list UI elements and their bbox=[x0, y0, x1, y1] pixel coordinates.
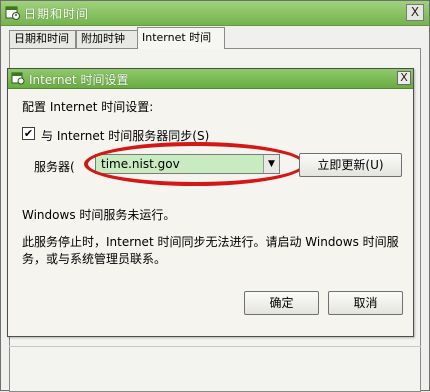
sync-checkbox-label[interactable]: 与 Internet 时间服务器同步(S) bbox=[41, 127, 209, 144]
dialog-title: Internet 时间设置 bbox=[29, 73, 129, 87]
ok-button[interactable]: 确定 bbox=[244, 291, 319, 315]
calendar-clock-icon bbox=[5, 6, 20, 20]
intro-text: 配置 Internet 时间设置: bbox=[22, 100, 154, 114]
calendar-clock-icon bbox=[11, 72, 25, 85]
update-now-button[interactable]: 立即更新(U) bbox=[299, 153, 402, 177]
chevron-down-icon[interactable]: ▼ bbox=[263, 155, 279, 173]
tab-date-time[interactable]: 日期和时间 bbox=[9, 30, 76, 48]
window-title: 日期和时间 bbox=[24, 7, 90, 21]
close-button[interactable]: X bbox=[406, 4, 424, 21]
tab-additional-clocks[interactable]: 附加时钟 bbox=[76, 30, 138, 48]
description-text: 此服务停止时，Internet 时间同步无法进行。请启动 Windows 时间服… bbox=[22, 235, 399, 266]
sync-checkbox[interactable]: ✔ bbox=[22, 127, 35, 140]
status-text: Windows 时间服务未运行。 bbox=[22, 208, 176, 222]
window-titlebar[interactable]: 日期和时间 X bbox=[1, 1, 429, 26]
tab-internet-time[interactable]: Internet 时间 bbox=[137, 27, 225, 49]
internet-time-settings-dialog: Internet 时间设置 X 配置 Internet 时间设置: ✔ 与 In… bbox=[7, 68, 414, 337]
server-value[interactable]: time.nist.gov bbox=[101, 157, 180, 171]
server-label: 服务器( bbox=[34, 160, 75, 174]
divider bbox=[9, 346, 421, 347]
dialog-close-button[interactable]: X bbox=[397, 71, 411, 85]
server-combobox[interactable]: time.nist.gov ▼ bbox=[95, 154, 280, 174]
cancel-button[interactable]: 取消 bbox=[328, 291, 403, 315]
dialog-titlebar[interactable]: Internet 时间设置 X bbox=[8, 69, 413, 89]
